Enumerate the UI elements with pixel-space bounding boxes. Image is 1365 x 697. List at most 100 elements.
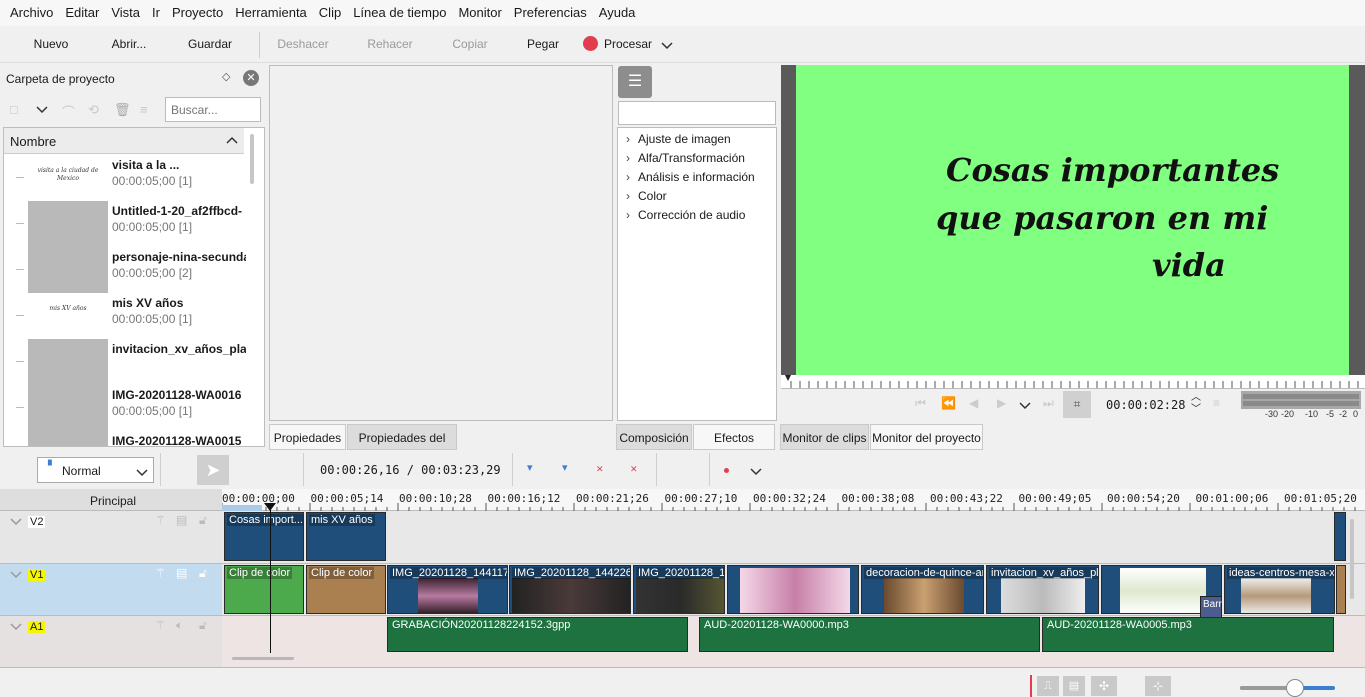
menu-item[interactable]: Preferencias <box>508 0 593 26</box>
chevron-down-icon[interactable] <box>10 515 22 529</box>
save-button[interactable]: Guardar <box>178 26 242 63</box>
menu-icon[interactable]: ≡ <box>140 102 148 117</box>
add-clip-icon[interactable]: ⌒ <box>62 102 75 121</box>
image-clip[interactable]: IMG_20201128_1442 <box>633 565 725 614</box>
timecode-stepper-icon[interactable]: ︿ ﹀ <box>1191 392 1201 416</box>
timeline-hscroll[interactable] <box>232 657 294 660</box>
zoom-slider-handle[interactable] <box>1286 679 1304 697</box>
delete-icon[interactable]: 🗑 <box>114 102 131 118</box>
effect-category[interactable]: › Corrección de audio <box>626 206 745 225</box>
playhead[interactable] <box>270 503 271 653</box>
prev-frame-icon[interactable]: ⏪ <box>941 396 956 410</box>
playhead-handle[interactable] <box>264 503 276 511</box>
speaker-icon[interactable]: 🔈︎ <box>176 618 183 633</box>
image-clip[interactable]: IMG_20201128_144226.jpg <box>509 565 631 614</box>
bin-clip-item[interactable]: mis XV años mis XV años 00:00:05;00 [1] <box>8 293 246 339</box>
track-lane-v2[interactable] <box>222 511 1365 564</box>
float-panel-icon[interactable]: ◇ <box>222 70 230 83</box>
effects-search-input[interactable] <box>618 101 776 125</box>
record-icon[interactable] <box>724 468 729 473</box>
menu-item[interactable]: Herramienta <box>229 0 313 26</box>
audio-clip[interactable]: GRABACIÓN20201128224152.3gpp <box>387 617 688 652</box>
skip-back-icon[interactable]: ⏮ <box>915 396 926 411</box>
image-clip[interactable]: decoracion-de-quince-ano <box>861 565 984 614</box>
extract-icon[interactable]: ✕ <box>630 464 638 475</box>
video-preview[interactable]: Cosas importantes que pasaron en mi vida <box>796 65 1349 375</box>
bin-clip-item[interactable]: personaje-nina-secundar 00:00:05;00 [2] <box>8 247 246 293</box>
film-icon[interactable]: ▤ <box>176 513 187 527</box>
chevron-down-icon[interactable] <box>36 102 48 117</box>
color-clip[interactable] <box>1336 565 1346 614</box>
chevron-down-icon[interactable] <box>658 26 676 63</box>
selection-tool-icon[interactable]: ➤ <box>197 455 229 485</box>
image-clip[interactable]: invitacion_xv_años_plata <box>986 565 1099 614</box>
menu-item[interactable]: Monitor <box>452 0 507 26</box>
effect-category[interactable]: › Ajuste de imagen <box>626 130 731 149</box>
menu-item[interactable]: Editar <box>59 0 105 26</box>
monitor-ruler[interactable] <box>781 375 1365 389</box>
fit-zoom-icon[interactable]: ✣ <box>1091 676 1117 696</box>
track-header-a1[interactable]: A1 ⚚ 🔈︎ 🔓︎ <box>0 616 222 668</box>
menu-item[interactable]: Línea de tiempo <box>347 0 452 26</box>
folder-icon[interactable]: □ <box>10 102 18 117</box>
rewind-icon[interactable]: ◀ <box>969 396 978 410</box>
menu-icon[interactable]: ≡ <box>1213 396 1220 410</box>
redo-button[interactable]: Rehacer <box>358 26 422 63</box>
track-header-v1[interactable]: V1 ⚚ ▤ 🔓︎ <box>0 564 222 616</box>
undo-button[interactable]: Deshacer <box>270 26 336 63</box>
bin-clip-item[interactable]: IMG-20201128-WA0015 <box>8 431 246 446</box>
timeline-clip[interactable]: mis XV años <box>306 512 386 561</box>
audio-clip[interactable]: AUD-20201128-WA0000.mp3 <box>699 617 1040 652</box>
bin-clip-item[interactable]: IMG-20201128-WA0016 00:00:05;00 [1] <box>8 385 246 431</box>
split-icon[interactable]: ⊹ <box>1145 676 1171 696</box>
lift-icon[interactable]: ✕ <box>596 464 604 475</box>
scrollbar-thumb[interactable] <box>250 134 254 184</box>
open-button[interactable]: Abrir... <box>98 26 160 63</box>
bin-clip-item[interactable]: visita a la ciudad de Mexico visita a la … <box>8 155 246 201</box>
menu-item[interactable]: Proyecto <box>166 0 229 26</box>
chevron-down-icon[interactable] <box>10 568 22 582</box>
lock-icon[interactable]: 🔓︎ <box>199 566 207 581</box>
track-header-v2[interactable]: V2 ⚚ ▤ 🔓︎ <box>0 511 222 564</box>
skip-forward-icon[interactable]: ⏭ <box>1043 396 1054 411</box>
copy-button[interactable]: Copiar <box>444 26 496 63</box>
edit-icon[interactable]: ⟲ <box>88 102 99 118</box>
timeline-clip[interactable] <box>1334 512 1346 561</box>
menu-item[interactable]: Ir <box>146 0 166 26</box>
color-clip[interactable]: Clip de color <box>306 565 386 614</box>
menu-item[interactable]: Archivo <box>4 0 59 26</box>
effect-wand-icon[interactable]: ⚚ <box>155 513 166 527</box>
monitor-timecode[interactable]: 00:00:02:28 <box>1106 398 1185 412</box>
chevron-down-icon[interactable] <box>1019 399 1031 413</box>
play-icon[interactable]: ▶ <box>997 396 1006 410</box>
chevron-down-icon[interactable] <box>10 620 22 634</box>
color-clip[interactable]: Clip de color <box>224 565 304 614</box>
tab-clip-monitor[interactable]: Monitor de clips <box>780 424 869 450</box>
effect-category[interactable]: › Alfa/Transformación <box>626 149 745 168</box>
zoom-slider[interactable] <box>1240 679 1335 697</box>
chevron-down-icon[interactable] <box>750 465 762 479</box>
image-clip[interactable] <box>727 565 859 614</box>
effect-wand-icon[interactable]: ⚚ <box>155 566 166 580</box>
lock-icon[interactable]: 🔓︎ <box>199 513 207 528</box>
close-icon[interactable]: ✕ <box>243 70 259 86</box>
edit-mode-select[interactable]: ▘ Normal <box>37 457 154 483</box>
tab-clip-properties[interactable]: Propiedades del clip <box>347 424 457 471</box>
new-button[interactable]: Nuevo <box>20 26 82 63</box>
tab-properties[interactable]: Propiedades <box>269 424 346 450</box>
tab-project-monitor[interactable]: Monitor del proyecto <box>870 424 983 450</box>
paste-button[interactable]: Pegar <box>518 26 568 63</box>
list-icon[interactable]: ☰ <box>618 66 652 98</box>
timeline-vscroll[interactable] <box>1350 519 1354 599</box>
menu-item[interactable]: Clip <box>313 0 347 26</box>
effect-category[interactable]: › Color <box>626 187 667 206</box>
menu-item[interactable]: Ayuda <box>593 0 642 26</box>
effect-category[interactable]: › Análisis e información <box>626 168 755 187</box>
film-icon[interactable]: ▤ <box>1063 676 1085 696</box>
image-clip[interactable]: IMG_20201128_144117.jpg <box>387 565 508 614</box>
tab-composition[interactable]: Composición <box>616 424 692 450</box>
timeline-ruler[interactable]: 00:00:00;00 00:00:05;14 00:00:10;28 00:00:1… <box>222 489 1365 511</box>
bin-clip-item[interactable]: Untitled-1-20_af2ffbcd- 00:00:05;00 [1] <box>8 201 246 247</box>
crop-icon[interactable]: ⌗ <box>1063 391 1091 418</box>
bin-column-header[interactable]: Nombre <box>4 128 244 154</box>
